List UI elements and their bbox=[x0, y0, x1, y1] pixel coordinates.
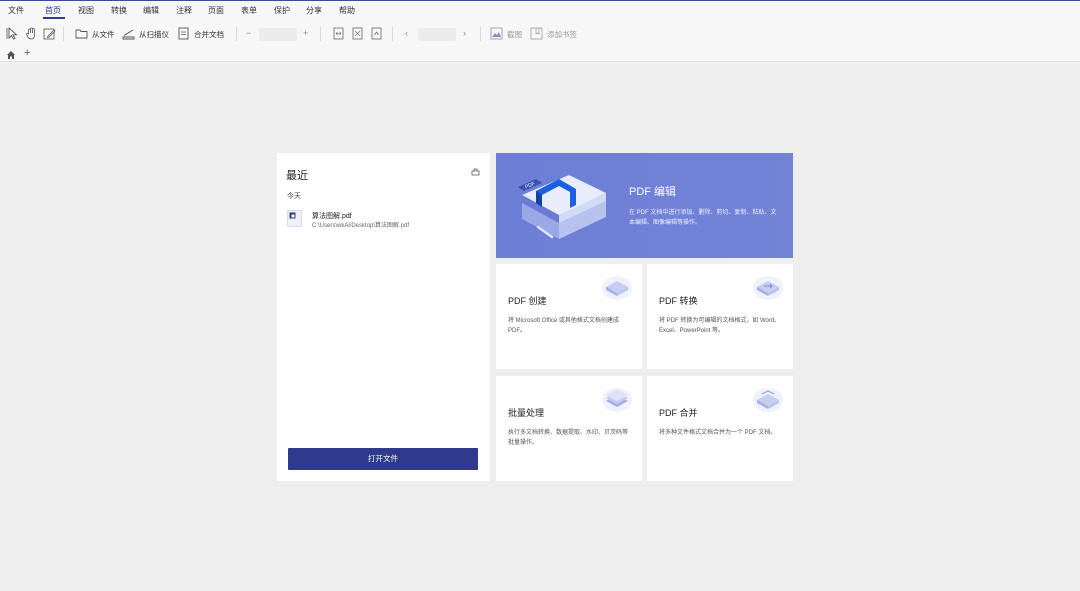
pdf-convert-description: 将 PDF 转换为可编辑的文档格式，如 Word、Excel、PowerPoin… bbox=[659, 318, 781, 334]
pdf-stack-illustration: PDF bbox=[518, 175, 606, 239]
scanner-icon[interactable] bbox=[122, 27, 135, 40]
menu-help[interactable]: 帮助 bbox=[339, 5, 355, 16]
menu-home[interactable]: 首页 bbox=[45, 5, 61, 16]
pdf-convert-title: PDF 转换 bbox=[659, 296, 698, 306]
page-number-field[interactable] bbox=[418, 28, 456, 41]
select-cursor-icon[interactable] bbox=[6, 27, 19, 40]
pdf-convert-icon bbox=[753, 276, 783, 300]
menu-view[interactable]: 视图 bbox=[78, 5, 94, 16]
zoom-level-field[interactable] bbox=[259, 28, 297, 41]
toolbar: 从文件 从扫描仪 合并文档 − + ‹ › 截图 添加书签 bbox=[0, 21, 1080, 47]
screenshot-button[interactable]: 截图 bbox=[507, 30, 522, 39]
screenshot-icon[interactable] bbox=[490, 27, 503, 40]
pdf-create-title: PDF 创建 bbox=[508, 296, 547, 306]
folder-icon[interactable] bbox=[75, 27, 88, 40]
menu-active-indicator bbox=[43, 17, 65, 19]
menu-file[interactable]: 文件 bbox=[8, 5, 24, 16]
add-bookmark-icon[interactable] bbox=[530, 27, 543, 40]
menu-page[interactable]: 页面 bbox=[208, 5, 224, 16]
menu-convert[interactable]: 转换 bbox=[111, 5, 127, 16]
pdf-file-icon bbox=[287, 210, 302, 227]
toolbar-separator bbox=[392, 27, 393, 41]
top-bar: 文件 首页 视图 转换 编辑 注释 页面 表单 保护 分享 帮助 从文件 从扫描… bbox=[0, 0, 1080, 62]
menu-annotate[interactable]: 注释 bbox=[176, 5, 192, 16]
rotate-view-icon[interactable] bbox=[370, 27, 383, 40]
fit-page-icon[interactable] bbox=[351, 27, 364, 40]
fit-width-icon[interactable] bbox=[332, 27, 345, 40]
zoom-in-button[interactable]: + bbox=[303, 27, 308, 39]
recent-files-panel: 最近 今天 算法图解.pdf C:\Users\wkAi\Desktop\算法图… bbox=[277, 153, 490, 481]
menu-form[interactable]: 表单 bbox=[241, 5, 257, 16]
menu-bar: 文件 首页 视图 转换 编辑 注释 页面 表单 保护 分享 帮助 bbox=[0, 2, 1080, 20]
home-icon[interactable] bbox=[6, 50, 16, 60]
recent-file-path: C:\Users\wkAi\Desktop\算法图解.pdf bbox=[312, 223, 410, 229]
toolbar-separator bbox=[320, 27, 321, 41]
recent-file-item[interactable]: 算法图解.pdf C:\Users\wkAi\Desktop\算法图解.pdf bbox=[286, 209, 481, 231]
batch-process-title: 批量处理 bbox=[508, 408, 545, 418]
pdf-convert-card[interactable]: PDF 转换 将 PDF 转换为可编辑的文档格式，如 Word、Excel、Po… bbox=[647, 264, 793, 369]
new-tab-button[interactable]: + bbox=[24, 47, 30, 60]
edit-tool-icon[interactable] bbox=[43, 27, 56, 40]
pdf-create-card[interactable]: PDF 创建 将 Microsoft Office 或其他格式文档创建成 PDF… bbox=[496, 264, 642, 369]
pdf-merge-icon bbox=[753, 388, 783, 412]
menu-edit[interactable]: 编辑 bbox=[143, 5, 159, 16]
zoom-out-button[interactable]: − bbox=[246, 27, 251, 39]
menu-protect[interactable]: 保护 bbox=[274, 5, 290, 16]
from-scanner-button[interactable]: 从扫描仪 bbox=[139, 30, 169, 39]
next-page-button[interactable]: › bbox=[463, 27, 466, 39]
pdf-edit-card[interactable]: PDF PDF 编辑 在 PDF 文档中进行添加、删除、剪切、复制、粘贴、文本编… bbox=[496, 153, 793, 258]
svg-text:PDF: PDF bbox=[524, 181, 536, 190]
batch-process-description: 执行多文档转换、数据提取、水印、贝茨码等批量操作。 bbox=[508, 430, 629, 446]
menu-share[interactable]: 分享 bbox=[306, 5, 322, 16]
merge-documents-icon[interactable] bbox=[177, 27, 190, 40]
toolbar-separator bbox=[63, 27, 64, 41]
merge-documents-button[interactable]: 合并文档 bbox=[194, 30, 224, 39]
hand-tool-icon[interactable] bbox=[25, 27, 38, 40]
previous-page-button[interactable]: ‹ bbox=[405, 27, 408, 39]
recent-title: 最近 bbox=[286, 170, 308, 182]
batch-process-card[interactable]: 批量处理 执行多文档转换、数据提取、水印、贝茨码等批量操作。 bbox=[496, 376, 642, 481]
pdf-merge-description: 将多种文件格式文档合并为一个 PDF 文档。 bbox=[659, 430, 777, 436]
document-tab-row: + bbox=[0, 47, 1080, 62]
toolbar-separator bbox=[236, 27, 237, 41]
batch-process-icon bbox=[602, 388, 632, 412]
pdf-create-icon bbox=[602, 276, 632, 300]
add-bookmark-button[interactable]: 添加书签 bbox=[547, 30, 577, 39]
from-file-button[interactable]: 从文件 bbox=[92, 30, 115, 39]
clear-recent-icon[interactable] bbox=[471, 167, 480, 176]
pdf-merge-card[interactable]: PDF 合并 将多种文件格式文档合并为一个 PDF 文档。 bbox=[647, 376, 793, 481]
open-file-button[interactable]: 打开文件 bbox=[288, 448, 478, 470]
pdf-edit-title: PDF 编辑 bbox=[629, 186, 677, 198]
pdf-create-description: 将 Microsoft Office 或其他格式文档创建成 PDF。 bbox=[508, 318, 619, 334]
toolbar-separator bbox=[480, 27, 481, 41]
recent-day-label: 今天 bbox=[287, 193, 301, 200]
pdf-merge-title: PDF 合并 bbox=[659, 408, 698, 418]
pdf-edit-description: 在 PDF 文档中进行添加、删除、剪切、复制、粘贴、文本编辑、图像编辑等操作。 bbox=[629, 210, 777, 226]
